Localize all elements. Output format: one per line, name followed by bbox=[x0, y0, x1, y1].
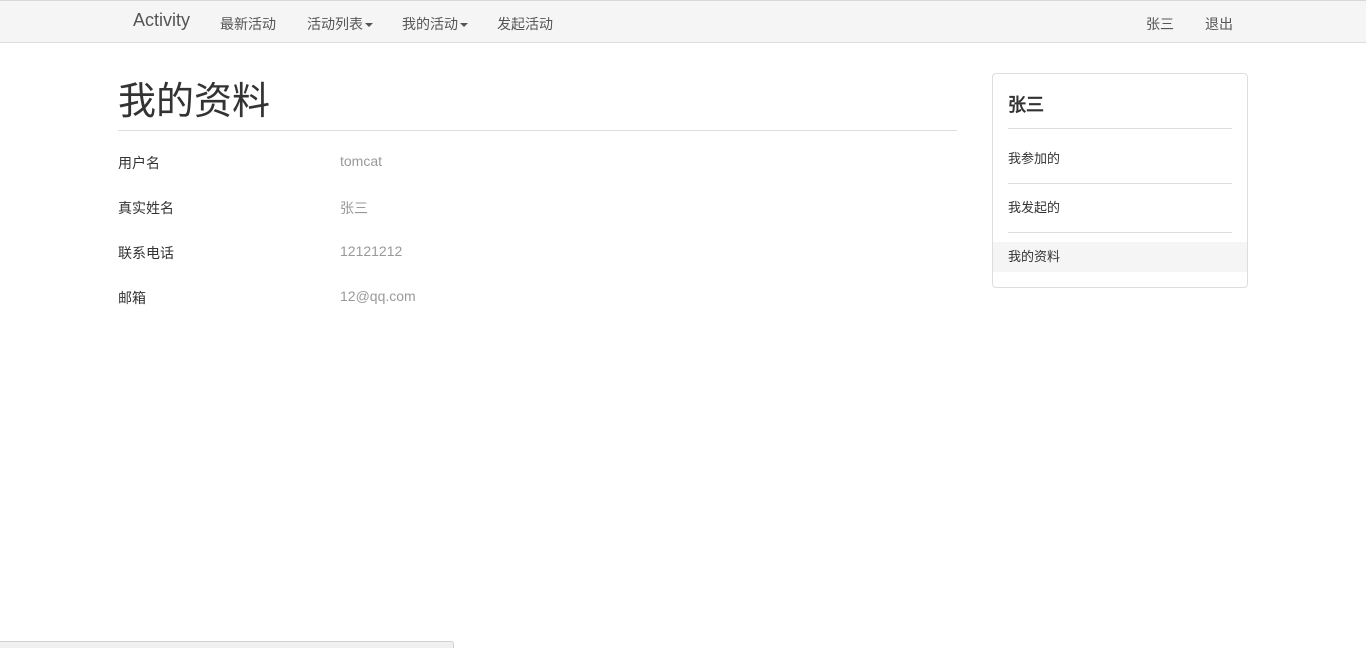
phone-label: 联系电话 bbox=[118, 245, 174, 261]
nav-activity-list-dropdown[interactable]: 活动列表 bbox=[307, 14, 373, 34]
username-value: tomcat bbox=[340, 153, 383, 169]
user-sidebar-panel: 张三 我参加的 我发起的 我的资料 bbox=[992, 73, 1248, 288]
real-name-value: 张三 bbox=[340, 200, 368, 216]
brand-link[interactable]: Activity bbox=[133, 10, 190, 31]
nav-logout-link[interactable]: 退出 bbox=[1205, 14, 1233, 34]
phone-value: 12121212 bbox=[340, 243, 403, 259]
sidebar-item-initiated[interactable]: 我发起的 bbox=[993, 193, 1247, 223]
nav-create-activity-label: 发起活动 bbox=[497, 16, 553, 32]
sidebar-item-profile[interactable]: 我的资料 bbox=[993, 242, 1247, 272]
nav-latest-activities-label: 最新活动 bbox=[220, 16, 276, 32]
page-title: 我的资料 bbox=[118, 81, 271, 123]
nav-my-activities-dropdown[interactable]: 我的活动 bbox=[402, 14, 468, 34]
nav-latest-activities[interactable]: 最新活动 bbox=[220, 14, 276, 34]
caret-down-icon bbox=[460, 23, 468, 28]
sidebar-item-joined[interactable]: 我参加的 bbox=[993, 144, 1247, 174]
sidebar-divider bbox=[1008, 232, 1232, 233]
caret-down-icon bbox=[365, 23, 373, 28]
sidebar-divider bbox=[1008, 128, 1232, 129]
email-value: 12@qq.com bbox=[340, 288, 416, 304]
nav-create-activity[interactable]: 发起活动 bbox=[497, 14, 553, 34]
nav-user-link[interactable]: 张三 bbox=[1146, 14, 1174, 34]
sidebar-divider bbox=[1008, 183, 1232, 184]
browser-status-bar bbox=[0, 641, 454, 648]
top-navbar: Activity 最新活动 活动列表 我的活动 发起活动 张三 退出 bbox=[0, 0, 1366, 43]
username-label: 用户名 bbox=[118, 155, 160, 171]
sidebar-username-heading: 张三 bbox=[1008, 95, 1044, 115]
title-divider bbox=[118, 130, 957, 131]
nav-my-activities-label: 我的活动 bbox=[402, 16, 458, 32]
nav-activity-list-label: 活动列表 bbox=[307, 16, 363, 32]
email-label: 邮箱 bbox=[118, 290, 146, 306]
real-name-label: 真实姓名 bbox=[118, 200, 174, 216]
